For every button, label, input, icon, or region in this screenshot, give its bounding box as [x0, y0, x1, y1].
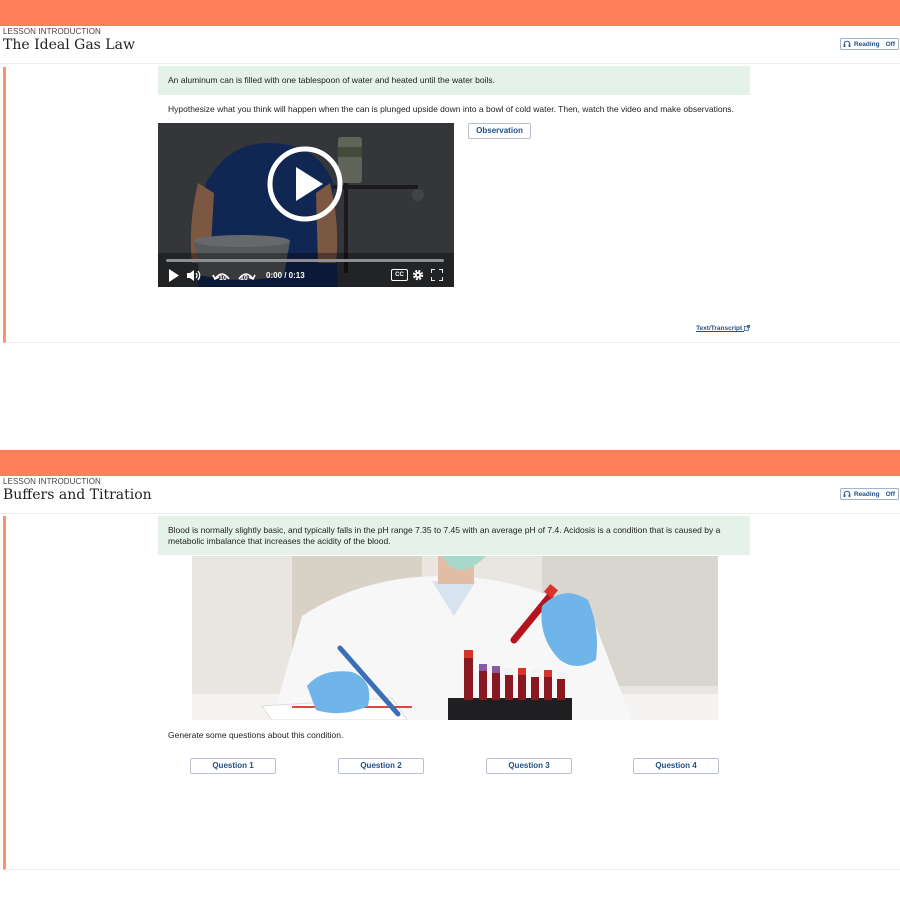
reading-toggle-button[interactable]: Reading Off	[839, 38, 899, 50]
rewind-10-button[interactable]: 10	[212, 266, 232, 284]
scenario-callout: An aluminum can is filled with one table…	[158, 66, 750, 95]
forward-10-button[interactable]: 10	[236, 266, 256, 284]
lesson-title: The Ideal Gas Law	[3, 37, 135, 53]
reading-state: Off	[885, 490, 895, 498]
big-play-button[interactable]	[266, 145, 344, 223]
headphones-icon	[843, 490, 851, 497]
scenario-callout: Blood is normally slightly basic, and ty…	[158, 516, 750, 555]
question-3-button[interactable]: Question 3	[486, 758, 572, 774]
top-accent-bar	[0, 0, 900, 26]
volume-button[interactable]	[187, 269, 204, 282]
volume-icon	[187, 270, 201, 281]
observation-button[interactable]: Observation	[468, 123, 531, 139]
question-1-button[interactable]: Question 1	[190, 758, 276, 774]
lesson-panel-buffers-titration: LESSON INTRODUCTION Buffers and Titratio…	[0, 450, 900, 899]
top-accent-bar	[0, 450, 900, 476]
question-2-button[interactable]: Question 2	[338, 758, 424, 774]
reading-label: Reading	[853, 490, 880, 498]
transcript-label: Text/Transcript	[696, 325, 743, 332]
photo-illustration	[192, 556, 718, 720]
headphones-icon	[843, 40, 851, 47]
lesson-content: Blood is normally slightly basic, and ty…	[3, 516, 900, 870]
gear-icon	[412, 269, 424, 281]
rewind-seconds: 10	[219, 275, 227, 282]
captions-button[interactable]: CC	[391, 269, 408, 281]
video-time: 0:00 / 0:13	[266, 271, 305, 280]
reading-label: Reading	[853, 40, 880, 48]
lesson-panel-ideal-gas-law: LESSON INTRODUCTION The Ideal Gas Law Re…	[0, 0, 900, 449]
play-circle-icon	[267, 146, 343, 222]
reading-state: Off	[885, 40, 895, 48]
lesson-header: LESSON INTRODUCTION Buffers and Titratio…	[0, 476, 900, 514]
fullscreen-button[interactable]	[430, 268, 444, 282]
play-button[interactable]	[168, 269, 180, 282]
lesson-eyebrow: LESSON INTRODUCTION	[3, 27, 101, 36]
reading-toggle-button[interactable]: Reading Off	[839, 488, 899, 500]
video-progress-track[interactable]	[166, 259, 444, 262]
question-4-button[interactable]: Question 4	[633, 758, 719, 774]
questions-prompt: Generate some questions about this condi…	[168, 730, 344, 740]
hypothesis-prompt: Hypothesize what you think will happen w…	[168, 104, 734, 114]
lab-technician-blood-samples-image	[192, 556, 718, 720]
lesson-eyebrow: LESSON INTRODUCTION	[3, 477, 101, 486]
forward-seconds: 10	[240, 275, 248, 282]
lesson-content: An aluminum can is filled with one table…	[3, 66, 900, 343]
lesson-title: Buffers and Titration	[3, 487, 152, 503]
fullscreen-icon	[430, 268, 444, 282]
settings-button[interactable]	[412, 269, 424, 281]
video-player[interactable]: 10 10 0:00 / 0:13 CC	[158, 123, 454, 287]
play-icon	[169, 269, 179, 282]
lesson-header: LESSON INTRODUCTION The Ideal Gas Law Re…	[0, 26, 900, 64]
text-transcript-link[interactable]: Text/Transcript	[696, 325, 750, 332]
external-link-icon	[744, 325, 750, 331]
